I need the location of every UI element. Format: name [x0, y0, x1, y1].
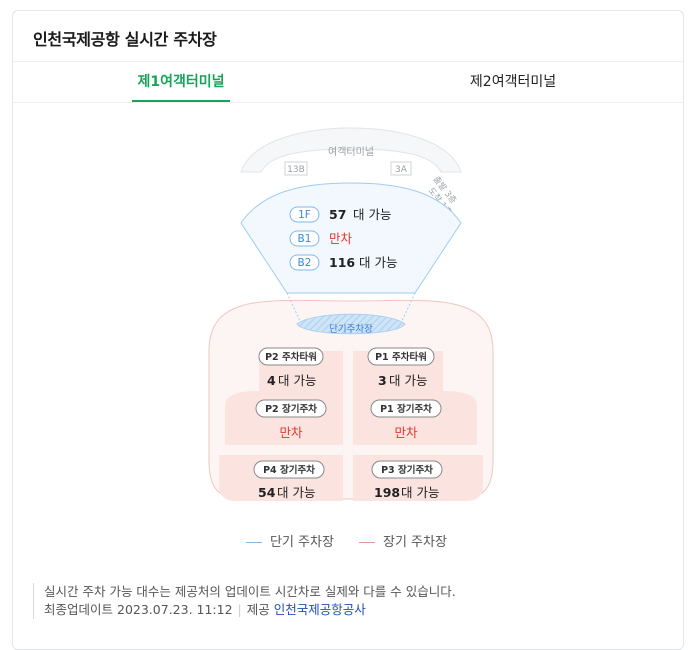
updated-label: 최종업데이트	[44, 602, 114, 617]
lot-name: P2 장기주차	[265, 403, 317, 415]
terminal-label: 여객터미널	[328, 146, 374, 158]
lot-count: 3	[378, 373, 387, 388]
floor-row-1f[interactable]: 1F 57 대 가능	[289, 206, 391, 223]
legend-short-term: 단기 주차장	[246, 531, 334, 550]
notes: 실시간 주차 가능 대수는 제공처의 업데이트 시간차로 실제와 다를 수 있습…	[33, 583, 456, 619]
gate-3a-label: 3A	[395, 165, 408, 175]
lot-name: P2 주차타워	[265, 351, 317, 363]
floor-count-1f: 57	[329, 207, 346, 222]
lot-count: 54	[258, 485, 276, 500]
legend-line-long	[359, 542, 375, 543]
lot-name: P4 장기주차	[263, 464, 315, 476]
divider: |	[237, 602, 242, 617]
parking-map: 여객터미널 13B 3A 출발 3층 도착 1층 단기주차장 1F 57 대 가…	[208, 127, 494, 501]
lot-name: P1 주차타워	[375, 351, 427, 363]
lot-count: 198	[374, 485, 400, 500]
gate-13b-label: 13B	[287, 165, 305, 175]
legend-long-term: 장기 주차장	[359, 531, 447, 550]
short-term-label: 단기주차장	[329, 323, 373, 335]
parking-card: 인천국제공항 실시간 주차장 제1여객터미널 제2여객터미널 여객터미널 13B…	[12, 10, 684, 650]
floor-name-b1: B1	[298, 233, 312, 245]
provider-label: 제공	[246, 602, 270, 617]
lot-count: 4	[267, 373, 276, 388]
floor-count-b2: 116	[329, 255, 355, 270]
legend-line-short	[246, 542, 262, 543]
disclaimer-text: 실시간 주차 가능 대수는 제공처의 업데이트 시간차로 실제와 다를 수 있습…	[44, 584, 456, 599]
legend-label-short: 단기 주차장	[270, 535, 334, 550]
lot-name: P3 장기주차	[381, 464, 433, 476]
floor-row-b2[interactable]: B2 116 대 가능	[289, 254, 397, 271]
floor-status-b2: 대 가능	[359, 255, 397, 270]
floor-status-b1: 만차	[329, 231, 353, 246]
floor-name-1f: 1F	[298, 209, 311, 221]
lot-status: 대 가능	[389, 373, 427, 388]
update-info: 최종업데이트 2023.07.23. 11:12 | 제공 인천국제공항공사	[44, 601, 456, 619]
provider-link[interactable]: 인천국제공항공사	[274, 602, 366, 617]
legend-label-long: 장기 주차장	[383, 535, 447, 550]
lot-name: P1 장기주차	[380, 403, 432, 415]
lot-status: 대 가능	[278, 373, 316, 388]
lot-status: 만차	[279, 425, 303, 440]
lot-status: 만차	[394, 425, 418, 440]
floor-name-b2: B2	[298, 257, 312, 269]
floor-status-1f: 대 가능	[353, 207, 391, 222]
updated-time: 2023.07.23. 11:12	[117, 602, 233, 617]
lot-status: 대 가능	[401, 485, 439, 500]
lot-status: 대 가능	[277, 485, 315, 500]
